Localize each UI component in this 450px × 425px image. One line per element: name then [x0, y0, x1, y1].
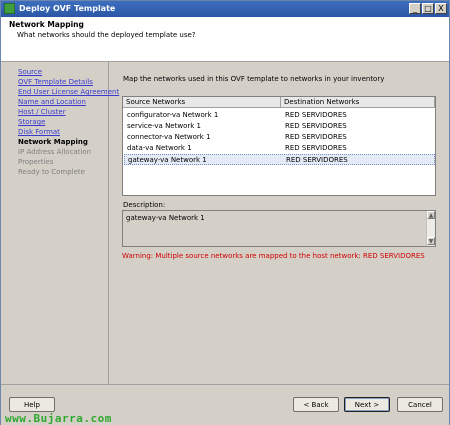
nav-step-host-cluster[interactable]: Host / Cluster — [18, 108, 66, 116]
maximize-button[interactable]: □ — [422, 3, 434, 14]
source-network-cell: service-va Network 1 — [127, 122, 201, 130]
nav-step-ip-address-allocation: IP Address Allocation — [18, 148, 92, 156]
wizard-steps-nav: Source OVF Template Details End User Lic… — [1, 62, 119, 384]
destination-network-cell[interactable]: RED SERVIDORES — [285, 132, 347, 143]
nav-step-storage[interactable]: Storage — [18, 118, 45, 126]
minimize-button[interactable]: _ — [409, 3, 421, 14]
destination-network-cell[interactable]: RED SERVIDORES — [286, 155, 348, 166]
nav-step-disk-format[interactable]: Disk Format — [18, 128, 60, 136]
table-row[interactable]: connector-va Network 1 RED SERVIDORES — [124, 132, 435, 143]
watermark: www.Bujarra.com — [5, 412, 112, 425]
source-network-cell: configurator-va Network 1 — [127, 111, 219, 119]
description-scrollbar[interactable]: ▲ ▼ — [426, 211, 435, 246]
scroll-down-icon[interactable]: ▼ — [427, 237, 435, 245]
close-button[interactable]: X — [435, 3, 447, 14]
column-header-source-networks[interactable]: Source Networks — [123, 97, 281, 108]
back-button[interactable]: < Back — [293, 397, 339, 412]
destination-network-cell[interactable]: RED SERVIDORES — [285, 110, 347, 121]
network-mapping-table[interactable]: Source Networks Destination Networks con… — [122, 96, 436, 196]
description-text: gateway-va Network 1 — [126, 214, 205, 222]
table-row[interactable]: configurator-va Network 1 RED SERVIDORES — [124, 110, 435, 121]
app-icon — [4, 3, 15, 14]
description-label: Description: — [123, 201, 166, 209]
wizard-header: Network Mapping What networks should the… — [1, 17, 449, 62]
source-network-cell: connector-va Network 1 — [127, 133, 211, 141]
destination-network-cell[interactable]: RED SERVIDORES — [285, 143, 347, 154]
nav-step-eula[interactable]: End User License Agreement — [18, 88, 119, 96]
table-row-selected[interactable]: gateway-va Network 1 RED SERVIDORES — [124, 154, 435, 165]
destination-network-cell[interactable]: RED SERVIDORES — [285, 121, 347, 132]
wizard-footer: Help < Back Next > Cancel www.Bujarra.co… — [1, 384, 449, 425]
nav-step-ovf-template-details[interactable]: OVF Template Details — [18, 78, 93, 86]
page-subtitle: What networks should the deployed templa… — [17, 31, 196, 39]
page-title: Network Mapping — [9, 20, 84, 29]
network-warning-message: Warning: Multiple source networks are ma… — [122, 252, 425, 260]
deploy-ovf-window: Deploy OVF Template _ □ X Network Mappin… — [0, 0, 450, 425]
table-row[interactable]: data-va Network 1 RED SERVIDORES — [124, 143, 435, 154]
table-row[interactable]: service-va Network 1 RED SERVIDORES — [124, 121, 435, 132]
nav-step-network-mapping: Network Mapping — [18, 138, 88, 146]
next-button[interactable]: Next > — [344, 397, 390, 412]
scroll-up-icon[interactable]: ▲ — [427, 211, 435, 219]
nav-step-ready-to-complete: Ready to Complete — [18, 168, 85, 176]
window-title: Deploy OVF Template — [19, 4, 116, 13]
column-header-destination-networks[interactable]: Destination Networks — [281, 97, 435, 108]
description-box: gateway-va Network 1 ▲ ▼ — [122, 210, 436, 247]
network-mapping-panel: Map the networks used in this OVF templa… — [111, 62, 449, 384]
nav-step-name-and-location[interactable]: Name and Location — [18, 98, 86, 106]
nav-step-properties: Properties — [18, 158, 54, 166]
cancel-button[interactable]: Cancel — [397, 397, 443, 412]
title-bar[interactable]: Deploy OVF Template _ □ X — [1, 1, 449, 17]
source-network-cell: data-va Network 1 — [127, 144, 192, 152]
mapping-instructions: Map the networks used in this OVF templa… — [123, 75, 385, 83]
nav-step-source[interactable]: Source — [18, 68, 42, 76]
source-network-cell: gateway-va Network 1 — [128, 156, 207, 164]
help-button[interactable]: Help — [9, 397, 55, 412]
